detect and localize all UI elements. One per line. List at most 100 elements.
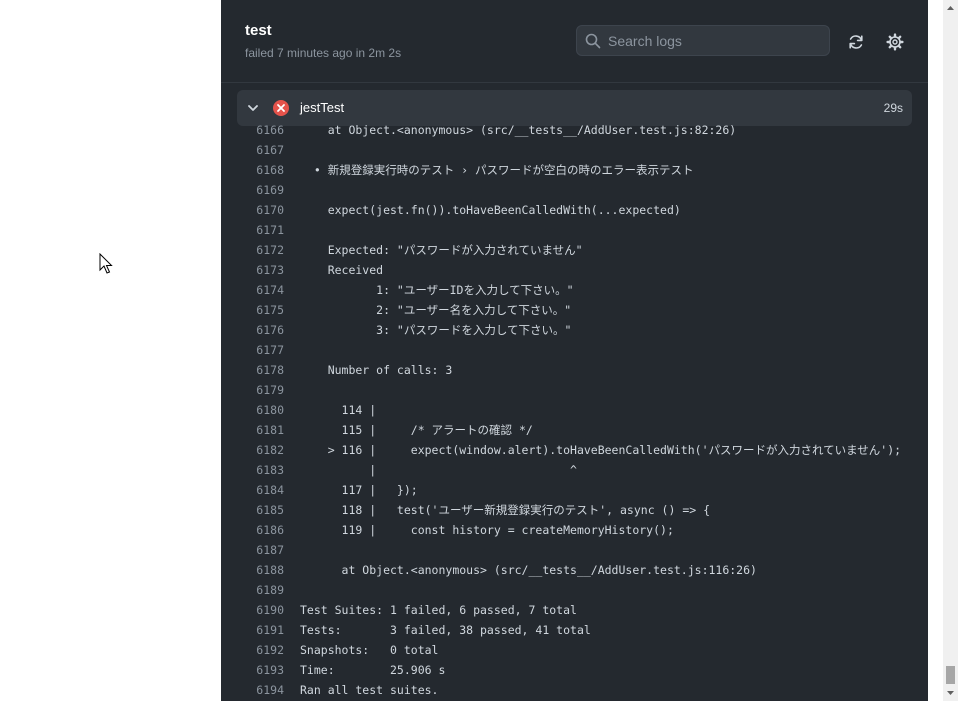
- log-line-number[interactable]: 6185: [221, 500, 284, 520]
- log-line-text: Ran all test suites.: [300, 683, 439, 697]
- log-line: 6177: [221, 340, 928, 360]
- log-line-number[interactable]: 6182: [221, 440, 284, 460]
- log-line: 6191 Tests: 3 failed, 38 passed, 41 total: [221, 620, 928, 640]
- left-blank-pane: [0, 0, 221, 701]
- log-line-text: Expected: "パスワードが入力されていません": [300, 243, 583, 257]
- log-line-number[interactable]: 6190: [221, 600, 284, 620]
- log-line-number[interactable]: 6173: [221, 260, 284, 280]
- log-line: 6176 3: "パスワードを入力して下さい。": [221, 320, 928, 340]
- log-line-text: Time: 25.906 s: [300, 663, 446, 677]
- log-line: 6190 Test Suites: 1 failed, 6 passed, 7 t…: [221, 600, 928, 620]
- search-icon: [585, 33, 601, 49]
- log-line-text: 3: "パスワードを入力して下さい。": [300, 323, 572, 337]
- vertical-scrollbar[interactable]: [943, 0, 958, 701]
- refresh-icon[interactable]: [847, 33, 865, 51]
- scroll-down-arrow-icon[interactable]: [946, 689, 955, 697]
- log-line: 6167: [221, 140, 928, 160]
- log-line-number[interactable]: 6166: [221, 120, 284, 140]
- log-line: 6183 | ^: [221, 460, 928, 480]
- scroll-up-arrow-icon[interactable]: [946, 4, 955, 12]
- log-line-number[interactable]: 6183: [221, 460, 284, 480]
- log-line: 6172 Expected: "パスワードが入力されていません": [221, 240, 928, 260]
- log-line: 6184 117 | });: [221, 480, 928, 500]
- log-line-text: 1: "ユーザーIDを入力して下さい。": [300, 283, 574, 297]
- log-panel: test failed 7 minutes ago in 2m 2s Searc…: [221, 0, 928, 701]
- log-line-text: 119 | const history = createMemoryHistor…: [300, 523, 674, 537]
- log-line-text: 117 | });: [300, 483, 418, 497]
- log-line: 6179: [221, 380, 928, 400]
- mouse-pointer-icon: [99, 253, 113, 274]
- log-line-number[interactable]: 6178: [221, 360, 284, 380]
- log-line-text: Received: [300, 263, 384, 277]
- log-line-number[interactable]: 6179: [221, 380, 284, 400]
- log-line-number[interactable]: 6168: [221, 160, 284, 180]
- log-line-text: Snapshots: 0 total: [300, 643, 439, 657]
- log-line-number[interactable]: 6174: [221, 280, 284, 300]
- log-line-number[interactable]: 6184: [221, 480, 284, 500]
- chevron-down-icon[interactable]: [247, 102, 259, 114]
- log-line-text: | ^: [300, 463, 577, 477]
- log-line-number[interactable]: 6176: [221, 320, 284, 340]
- log-line-number[interactable]: 6192: [221, 640, 284, 660]
- log-line: 6178 Number of calls: 3: [221, 360, 928, 380]
- step-name: jestTest: [300, 100, 345, 115]
- log-line-text: 114 |: [300, 403, 377, 417]
- step-duration: 29s: [883, 101, 903, 115]
- log-line: 6173 Received: [221, 260, 928, 280]
- log-line-number[interactable]: 6186: [221, 520, 284, 540]
- log-line: 6194 Ran all test suites.: [221, 680, 928, 700]
- log-line: 6175 2: "ユーザー名を入力して下さい。": [221, 300, 928, 320]
- log-line-text: 2: "ユーザー名を入力して下さい。": [300, 303, 572, 317]
- log-line-number[interactable]: 6171: [221, 220, 284, 240]
- log-line-number[interactable]: 6191: [221, 620, 284, 640]
- log-line: 6170 expect(jest.fn()).toHaveBeenCalledW…: [221, 200, 928, 220]
- log-line-text: at Object.<anonymous> (src/__tests__/Add…: [300, 123, 737, 137]
- log-line-text: > 116 | expect(window.alert).toHaveBeenC…: [300, 443, 902, 457]
- log-line: 6180 114 |: [221, 400, 928, 420]
- log-line-number[interactable]: 6177: [221, 340, 284, 360]
- log-line: 6189: [221, 580, 928, 600]
- log-line: 6186 119 | const history = createMemoryH…: [221, 520, 928, 540]
- log-line: 6171: [221, 220, 928, 240]
- log-line: 6166 at Object.<anonymous> (src/__tests_…: [221, 120, 928, 140]
- search-input[interactable]: [608, 26, 818, 55]
- log-line-number[interactable]: 6169: [221, 180, 284, 200]
- log-line-number[interactable]: 6194: [221, 680, 284, 700]
- scrollbar-thumb[interactable]: [946, 666, 955, 684]
- log-line: 6187: [221, 540, 928, 560]
- log-line: 6192 Snapshots: 0 total: [221, 640, 928, 660]
- log-line-text: Tests: 3 failed, 38 passed, 41 total: [300, 623, 591, 637]
- log-line-text: expect(jest.fn()).toHaveBeenCalledWith(.…: [300, 203, 681, 217]
- log-line-number[interactable]: 6187: [221, 540, 284, 560]
- log-line-text: 118 | test('ユーザー新規登録実行のテスト', async () =>…: [300, 503, 711, 517]
- log-line-number[interactable]: 6181: [221, 420, 284, 440]
- log-line-text: at Object.<anonymous> (src/__tests__/Add…: [300, 563, 757, 577]
- log-line-number[interactable]: 6175: [221, 300, 284, 320]
- gear-icon[interactable]: [886, 33, 904, 51]
- log-line-number[interactable]: 6188: [221, 560, 284, 580]
- search-box[interactable]: [576, 25, 830, 56]
- log-output: 6166 at Object.<anonymous> (src/__tests_…: [221, 120, 928, 700]
- log-line: 6193 Time: 25.906 s: [221, 660, 928, 680]
- log-line-text: 115 | /* アラートの確認 */: [300, 423, 533, 437]
- log-line: 6181 115 | /* アラートの確認 */: [221, 420, 928, 440]
- log-line-number[interactable]: 6170: [221, 200, 284, 220]
- log-line-text: Test Suites: 1 failed, 6 passed, 7 total: [300, 603, 577, 617]
- job-header: test failed 7 minutes ago in 2m 2s: [221, 0, 928, 83]
- x-circle-icon: [273, 100, 289, 116]
- log-line-number[interactable]: 6172: [221, 240, 284, 260]
- job-status: failed 7 minutes ago in 2m 2s: [245, 46, 402, 60]
- log-line: 6169: [221, 180, 928, 200]
- log-line-text: • 新規登録実行時のテスト › パスワードが空白の時のエラー表示テスト: [300, 163, 694, 177]
- log-line: 6188 at Object.<anonymous> (src/__tests_…: [221, 560, 928, 580]
- log-line: 6174 1: "ユーザーIDを入力して下さい。": [221, 280, 928, 300]
- log-line: 6182 > 116 | expect(window.alert).toHave…: [221, 440, 928, 460]
- log-line: 6168 • 新規登録実行時のテスト › パスワードが空白の時のエラー表示テスト: [221, 160, 928, 180]
- log-line-number[interactable]: 6189: [221, 580, 284, 600]
- job-title: test: [245, 22, 272, 39]
- log-line: 6185 118 | test('ユーザー新規登録実行のテスト', async …: [221, 500, 928, 520]
- log-line-number[interactable]: 6167: [221, 140, 284, 160]
- log-line-number[interactable]: 6180: [221, 400, 284, 420]
- log-line-text: Number of calls: 3: [300, 363, 453, 377]
- log-line-number[interactable]: 6193: [221, 660, 284, 680]
